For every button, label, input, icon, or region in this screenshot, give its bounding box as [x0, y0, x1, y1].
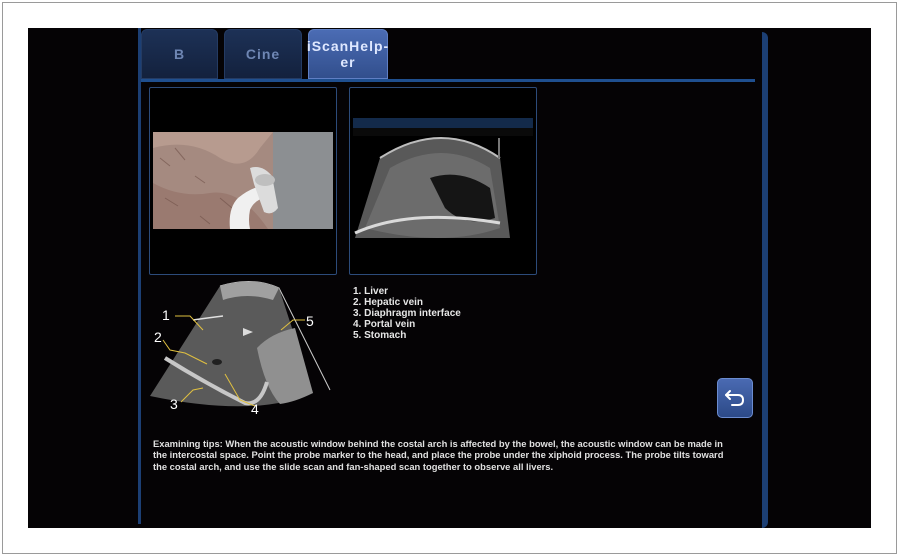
tab-iscanhelper-label-line2: er [340, 54, 356, 70]
back-button[interactable] [717, 378, 753, 418]
diagram-label-4: 4 [251, 401, 259, 417]
legend-item: 4. Portal vein [353, 319, 416, 330]
probe-photo [153, 132, 333, 271]
examining-tips: Examining tips: When the acoustic window… [153, 438, 724, 472]
tab-b[interactable]: B [141, 29, 218, 79]
return-arrow-icon [725, 390, 745, 406]
panel-border-right [762, 32, 768, 528]
tab-underline [141, 79, 755, 82]
diagram-label-5: 5 [306, 313, 314, 329]
tab-iscanhelper-label-line1: iScanHelp- [306, 38, 390, 54]
ultrasound-reference-frame [349, 87, 537, 275]
panel-border-left [138, 28, 141, 524]
tab-cine[interactable]: Cine [224, 29, 302, 79]
legend-item: 1. Liver [353, 286, 389, 297]
diagram-label-2: 2 [154, 329, 162, 345]
legend-item: 2. Hepatic vein [353, 297, 424, 308]
anatomy-legend: 1. Liver 2. Hepatic vein 3. Diaphragm in… [353, 286, 461, 341]
diagram-label-1: 1 [162, 307, 170, 323]
tab-cine-label: Cine [245, 46, 281, 62]
tab-iscanhelper[interactable]: iScanHelp- er [306, 29, 390, 79]
anatomy-diagram: 1 2 3 4 5 [150, 281, 331, 417]
ultrasound-reference-image [353, 118, 533, 272]
probe-photo-frame [149, 87, 337, 275]
legend-item: 5. Stomach [353, 330, 407, 341]
legend-item: 3. Diaphragm interface [353, 308, 461, 319]
tab-b-label: B [173, 46, 186, 62]
diagram-label-3: 3 [170, 396, 178, 412]
